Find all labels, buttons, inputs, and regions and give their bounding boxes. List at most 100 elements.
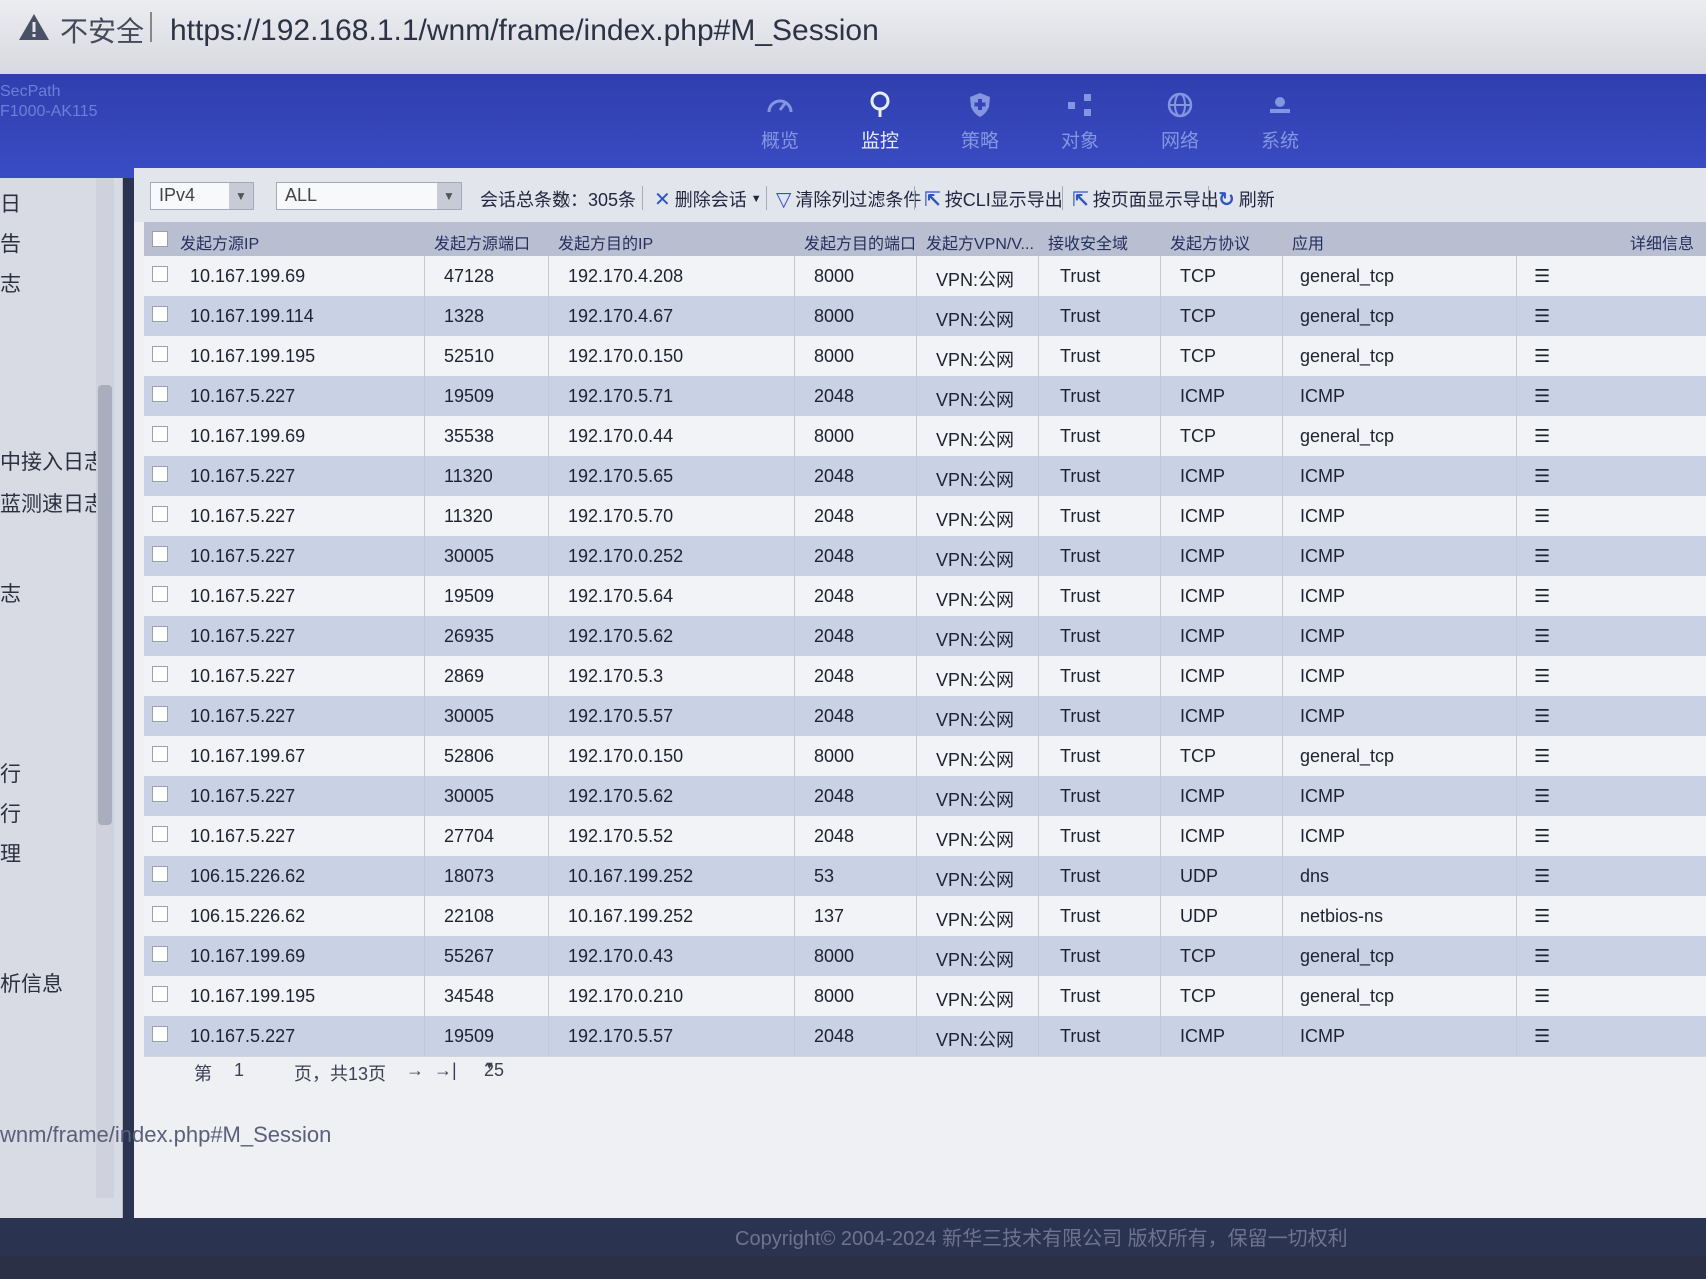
row-checkbox[interactable] — [152, 346, 168, 362]
detail-icon[interactable]: ☰ — [1534, 426, 1550, 447]
menu-item[interactable]: 志 — [0, 578, 21, 608]
column-header[interactable]: 发起方协议 — [1170, 230, 1250, 254]
delete-session-button[interactable]: ✕ 删除会话 ▼ — [654, 186, 762, 212]
export-page-button[interactable]: ⇱ 按页面显示导出 — [1072, 186, 1219, 212]
menu-item[interactable]: 中接入日志 — [0, 446, 105, 476]
table-row[interactable]: 10.167.5.227 26935 192.170.5.62 2048 VPN:公网 T… — [144, 616, 1706, 657]
column-header[interactable]: 发起方VPN/V... — [926, 230, 1034, 254]
row-checkbox[interactable] — [152, 866, 168, 882]
detail-icon[interactable]: ☰ — [1534, 746, 1550, 767]
table-row[interactable]: 10.167.199.67 52806 192.170.0.150 8000 VPN:公… — [144, 736, 1706, 777]
detail-icon[interactable]: ☰ — [1534, 786, 1550, 807]
refresh-button[interactable]: ↻ 刷新 — [1218, 186, 1275, 212]
row-checkbox[interactable] — [152, 266, 168, 282]
row-checkbox[interactable] — [152, 426, 168, 442]
row-checkbox[interactable] — [152, 586, 168, 602]
insecure-label[interactable]: 不安全 — [60, 10, 144, 50]
next-page-button[interactable]: → — [406, 1060, 424, 1081]
export-cli-button[interactable]: ⇱ 按CLI显示导出 — [924, 186, 1063, 212]
detail-icon[interactable]: ☰ — [1534, 906, 1550, 927]
column-header[interactable]: 发起方源端口 — [434, 230, 530, 254]
menu-item[interactable]: 告 — [0, 228, 21, 258]
detail-icon[interactable]: ☰ — [1534, 266, 1550, 287]
column-header[interactable]: 发起方源IP — [180, 230, 259, 254]
menu-item[interactable]: 蓝测速日志 — [0, 488, 105, 518]
detail-icon[interactable]: ☰ — [1534, 306, 1550, 327]
table-cell: 2048 — [814, 466, 855, 486]
detail-icon[interactable]: ☰ — [1534, 986, 1550, 1007]
nav-system[interactable]: 系统 — [1220, 82, 1340, 174]
menu-item[interactable]: 析信息 — [0, 968, 63, 998]
detail-icon[interactable]: ☰ — [1534, 506, 1550, 527]
row-checkbox[interactable] — [152, 986, 168, 1002]
row-checkbox[interactable] — [152, 906, 168, 922]
detail-icon[interactable]: ☰ — [1534, 586, 1550, 607]
filter-select[interactable]: ALL ▼ — [276, 182, 462, 210]
detail-icon[interactable]: ☰ — [1534, 826, 1550, 847]
table-row[interactable]: 10.167.199.114 1328 192.170.4.67 8000 VPN:公网… — [144, 296, 1706, 337]
ip-version-select[interactable]: IPv4 ▼ — [150, 182, 254, 210]
column-header[interactable]: 发起方目的IP — [558, 230, 653, 254]
detail-icon[interactable]: ☰ — [1534, 466, 1550, 487]
select-all-checkbox[interactable] — [152, 231, 168, 247]
detail-icon[interactable]: ☰ — [1534, 666, 1550, 687]
table-row[interactable]: 10.167.5.227 2869 192.170.5.3 2048 VPN:公网 Tru… — [144, 656, 1706, 697]
table-row[interactable]: 106.15.226.62 18073 10.167.199.252 53 VPN:公网… — [144, 856, 1706, 897]
last-page-button[interactable]: →| — [434, 1060, 457, 1081]
detail-icon[interactable]: ☰ — [1534, 1026, 1550, 1047]
table-row[interactable]: 10.167.5.227 19509 192.170.5.64 2048 VPN:公网 T… — [144, 576, 1706, 617]
row-checkbox[interactable] — [152, 706, 168, 722]
detail-icon[interactable]: ☰ — [1534, 626, 1550, 647]
row-checkbox[interactable] — [152, 506, 168, 522]
detail-icon[interactable]: ☰ — [1534, 946, 1550, 967]
row-checkbox[interactable] — [152, 626, 168, 642]
row-checkbox[interactable] — [152, 386, 168, 402]
table-row[interactable]: 10.167.5.227 19509 192.170.5.71 2048 VPN:公网 T… — [144, 376, 1706, 417]
table-row[interactable]: 10.167.5.227 11320 192.170.5.65 2048 VPN:公网 T… — [144, 456, 1706, 497]
column-header[interactable]: 详细信息 — [1630, 230, 1694, 254]
table-row[interactable]: 10.167.5.227 30005 192.170.5.57 2048 VPN:公网 T… — [144, 696, 1706, 737]
row-checkbox[interactable] — [152, 466, 168, 482]
menu-item[interactable]: 行 — [0, 798, 21, 828]
detail-icon[interactable]: ☰ — [1534, 706, 1550, 727]
detail-icon[interactable]: ☰ — [1534, 346, 1550, 367]
row-checkbox[interactable] — [152, 546, 168, 562]
column-divider — [1282, 696, 1283, 736]
row-checkbox[interactable] — [152, 306, 168, 322]
table-row[interactable]: 10.167.199.69 55267 192.170.0.43 8000 VPN:公网… — [144, 936, 1706, 977]
table-row[interactable]: 10.167.5.227 19509 192.170.5.57 2048 VPN:公网 T… — [144, 1016, 1706, 1057]
row-checkbox[interactable] — [152, 1026, 168, 1042]
side-menu-scroll-thumb[interactable] — [98, 385, 112, 825]
table-row[interactable]: 10.167.199.195 34548 192.170.0.210 8000 VPN:… — [144, 976, 1706, 1017]
menu-item[interactable]: 志 — [0, 268, 21, 298]
table-row[interactable]: 10.167.5.227 30005 192.170.0.252 2048 VPN:公网… — [144, 536, 1706, 577]
row-checkbox[interactable] — [152, 746, 168, 762]
table-row[interactable]: 10.167.199.195 52510 192.170.0.150 8000 VPN:… — [144, 336, 1706, 377]
address-url[interactable]: https://192.168.1.1/wnm/frame/index.php#… — [170, 14, 879, 48]
table-row[interactable]: 10.167.5.227 11320 192.170.5.70 2048 VPN:公网 T… — [144, 496, 1706, 537]
menu-item[interactable]: 行 — [0, 758, 21, 788]
table-row[interactable]: 10.167.5.227 27704 192.170.5.52 2048 VPN:公网 T… — [144, 816, 1706, 857]
help-icon[interactable]: ⓘ — [554, 187, 570, 211]
row-checkbox[interactable] — [152, 826, 168, 842]
table-row[interactable]: 106.15.226.62 22108 10.167.199.252 137 VPN:公… — [144, 896, 1706, 937]
table-row[interactable]: 10.167.199.69 35538 192.170.0.44 8000 VPN:公网… — [144, 416, 1706, 457]
detail-icon[interactable]: ☰ — [1534, 386, 1550, 407]
table-row[interactable]: 10.167.199.69 47128 192.170.4.208 8000 VPN:公… — [144, 256, 1706, 297]
column-header[interactable]: 接收安全域 — [1048, 230, 1128, 254]
column-divider — [916, 1016, 917, 1056]
detail-icon[interactable]: ☰ — [1534, 866, 1550, 887]
row-checkbox[interactable] — [152, 666, 168, 682]
menu-item[interactable]: 日 — [0, 188, 21, 218]
clear-filter-button[interactable]: ▽ 清除列过滤条件 — [776, 186, 921, 212]
table-row[interactable]: 10.167.5.227 30005 192.170.5.62 2048 VPN:公网 T… — [144, 776, 1706, 817]
table-cell: Trust — [1060, 586, 1101, 606]
detail-icon[interactable]: ☰ — [1534, 546, 1550, 567]
table-cell: 10.167.199.69 — [190, 426, 306, 446]
column-header[interactable]: 应用 — [1292, 230, 1324, 254]
row-checkbox[interactable] — [152, 786, 168, 802]
page-input[interactable]: 1 — [234, 1060, 244, 1081]
row-checkbox[interactable] — [152, 946, 168, 962]
menu-item[interactable]: 理 — [0, 838, 21, 868]
column-header[interactable]: 发起方目的端口 — [804, 230, 916, 254]
